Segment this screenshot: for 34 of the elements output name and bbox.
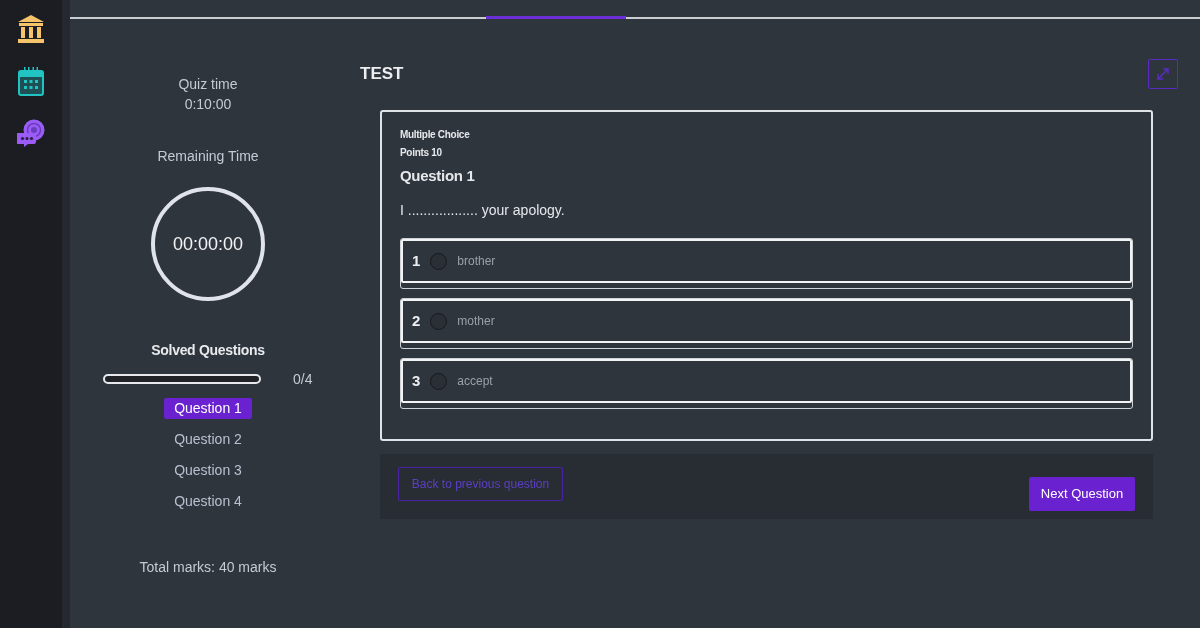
remaining-time-label: Remaining Time	[157, 147, 259, 166]
question-link[interactable]: Question 1	[164, 398, 252, 419]
total-marks: Total marks: 40 marks	[139, 558, 277, 577]
answer-option[interactable]: 2 mother	[401, 299, 1132, 343]
calendar-icon[interactable]	[17, 66, 45, 96]
solved-questions-label: Solved Questions	[151, 341, 265, 360]
radio-button[interactable]	[430, 372, 448, 390]
option-label: brother	[457, 253, 496, 270]
option-number: 2	[412, 310, 421, 331]
option-label: accept	[457, 373, 493, 390]
question-link[interactable]: Question 3	[164, 460, 252, 481]
option-number: 3	[412, 370, 421, 391]
solved-count: 0/4	[293, 369, 313, 389]
expand-button[interactable]	[1148, 59, 1178, 89]
diagonal-arrow-icon	[1156, 67, 1170, 81]
remaining-time-value: 00:00:00	[172, 232, 244, 256]
quiz-time-value: 0:10:00	[184, 95, 232, 114]
question-points: Points 10	[400, 146, 443, 160]
radio-button[interactable]	[430, 252, 448, 270]
answer-option[interactable]: 1 brother	[401, 239, 1132, 283]
option-number: 1	[412, 250, 421, 271]
answer-option[interactable]: 3 accept	[401, 359, 1132, 403]
option-label: mother	[457, 313, 495, 330]
radio-button[interactable]	[430, 312, 448, 330]
next-button[interactable]: Next Question	[1029, 476, 1135, 511]
question-type: Multiple Choice	[400, 128, 471, 142]
quiz-title: TEST	[360, 63, 404, 86]
bank-building-icon[interactable]	[17, 14, 45, 44]
question-title: Question 1	[400, 166, 476, 186]
question-text: I .................. your apology.	[400, 201, 566, 220]
chat-bubble-icon[interactable]	[17, 118, 45, 148]
quiz-time-label: Quiz time	[178, 75, 238, 94]
question-link[interactable]: Question 4	[164, 491, 252, 512]
question-link[interactable]: Question 2	[164, 429, 252, 450]
